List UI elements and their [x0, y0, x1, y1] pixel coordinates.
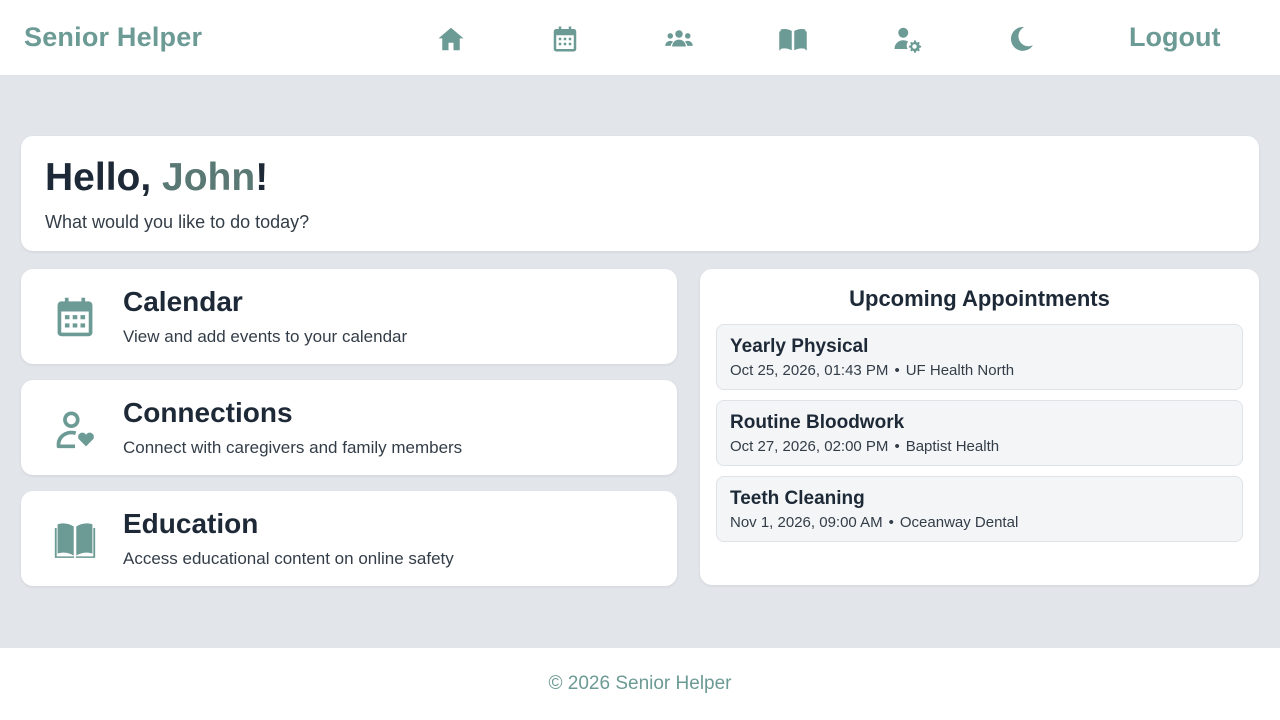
meta-separator: •: [894, 362, 900, 379]
book-open-icon: [53, 517, 97, 561]
education-card-description: Access educational content on online saf…: [123, 549, 454, 568]
appointment-title: Yearly Physical: [730, 336, 869, 357]
appointment-datetime: Nov 1, 2026, 09:00 AM: [730, 514, 883, 531]
brand-logo-text[interactable]: Senior Helper: [24, 22, 202, 53]
connections-card-title: Connections: [123, 397, 293, 428]
greeting-hello: Hello,: [45, 156, 163, 199]
appointment-meta: Oct 25, 2026, 01:43 PM • UF Health North: [730, 362, 1014, 379]
appointment-location: Oceanway Dental: [899, 514, 1019, 531]
appointment-item[interactable]: Routine Bloodwork Oct 27, 2026, 02:00 PM…: [716, 400, 1243, 466]
nav-connections-button[interactable]: [664, 24, 694, 54]
upcoming-appointments-card: Upcoming Appointments Yearly Physical Oc…: [700, 269, 1259, 585]
appointment-datetime: Oct 27, 2026, 02:00 PM: [730, 438, 889, 455]
calendar-card[interactable]: Calendar View and add events to your cal…: [21, 269, 677, 364]
moon-icon: [1010, 27, 1033, 51]
appointment-title: Teeth Cleaning: [730, 488, 865, 509]
nav-education-button[interactable]: [778, 24, 808, 54]
appointment-meta: Nov 1, 2026, 09:00 AM • Oceanway Dental: [730, 514, 1018, 531]
nav-calendar-button[interactable]: [550, 24, 580, 54]
logout-button[interactable]: Logout: [1129, 22, 1220, 53]
home-icon: [438, 27, 464, 51]
connections-card-description: Connect with caregivers and family membe…: [123, 438, 463, 457]
appointment-location: Baptist Health: [905, 438, 1000, 455]
calendar-icon: [53, 295, 97, 339]
greeting-card: Hello, John! What would you like to do t…: [21, 136, 1259, 251]
education-card-title: Education: [123, 508, 259, 539]
appointment-item[interactable]: Teeth Cleaning Nov 1, 2026, 09:00 AM • Oce…: [716, 476, 1243, 542]
user-gear-icon: [894, 27, 922, 53]
nav-home-button[interactable]: [436, 24, 466, 54]
footer-copyright: © 2026 Senior Helper: [548, 673, 732, 694]
greeting-subtitle: What would you like to do today?: [45, 212, 310, 232]
book-icon: [779, 28, 807, 51]
appointments-heading: Upcoming Appointments: [849, 286, 1110, 311]
meta-separator: •: [894, 438, 900, 455]
top-navigation-bar: Senior Helper Logout: [0, 0, 1280, 76]
appointment-title: Routine Bloodwork: [730, 412, 905, 433]
nav-settings-button[interactable]: [892, 24, 922, 54]
appointment-location: UF Health North: [905, 362, 1015, 379]
page-footer: © 2026 Senior Helper: [0, 648, 1280, 720]
users-icon: [665, 30, 693, 47]
education-card[interactable]: Education Access educational content on …: [21, 491, 677, 586]
theme-toggle-button[interactable]: [1006, 24, 1036, 54]
calendar-icon: [553, 26, 577, 52]
user-heart-icon: [53, 406, 97, 450]
greeting-suffix: !: [255, 156, 269, 199]
calendar-card-title: Calendar: [123, 286, 243, 317]
calendar-card-description: View and add events to your calendar: [123, 327, 408, 346]
appointment-meta: Oct 27, 2026, 02:00 PM • Baptist Health: [730, 438, 999, 455]
meta-separator: •: [888, 514, 894, 531]
appointment-item[interactable]: Yearly Physical Oct 25, 2026, 01:43 PM • U…: [716, 324, 1243, 390]
greeting-heading: Hello, John!: [45, 156, 268, 200]
connections-card[interactable]: Connections Connect with caregivers and …: [21, 380, 677, 475]
appointment-datetime: Oct 25, 2026, 01:43 PM: [730, 362, 889, 379]
user-name: John: [162, 156, 256, 199]
